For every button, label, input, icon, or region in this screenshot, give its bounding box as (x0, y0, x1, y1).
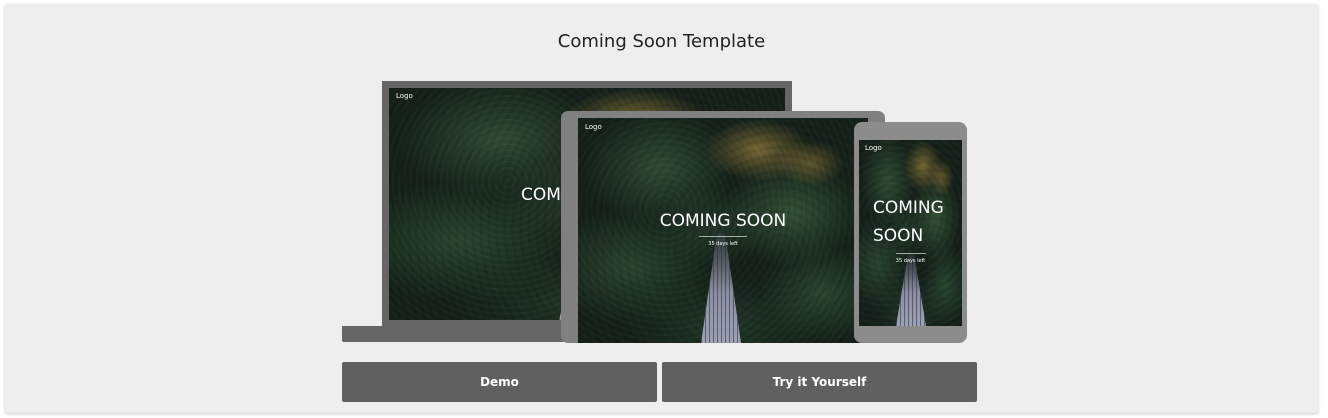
phone-divider (896, 253, 926, 254)
bridge-path-image (701, 233, 741, 343)
page-title: Coming Soon Template (557, 31, 766, 52)
phone-logo: Logo (865, 144, 882, 152)
phone-screen: Logo COMING SOON 35 days left (859, 140, 962, 326)
laptop-headline: COM (521, 185, 561, 205)
tablet-divider (699, 236, 747, 237)
tablet-device: Logo COMING SOON 35 days left (561, 111, 885, 343)
try-it-yourself-button[interactable]: Try it Yourself (662, 362, 977, 402)
template-card: Coming Soon Template Logo COM Logo COMIN… (5, 4, 1318, 413)
tablet-headline: COMING SOON (659, 211, 787, 231)
phone-headline-line2: SOON (873, 226, 924, 246)
phone-device: Logo COMING SOON 35 days left (854, 122, 967, 343)
demo-button[interactable]: Demo (342, 362, 657, 402)
tablet-countdown: 35 days left (708, 241, 738, 247)
tablet-logo: Logo (585, 123, 602, 131)
bridge-path-image (896, 254, 926, 326)
tablet-screen: Logo COMING SOON 35 days left (578, 118, 868, 343)
laptop-base (342, 326, 574, 342)
phone-headline-line1: COMING (873, 198, 944, 218)
laptop-logo: Logo (396, 92, 413, 100)
phone-countdown: 35 days left (895, 258, 926, 264)
